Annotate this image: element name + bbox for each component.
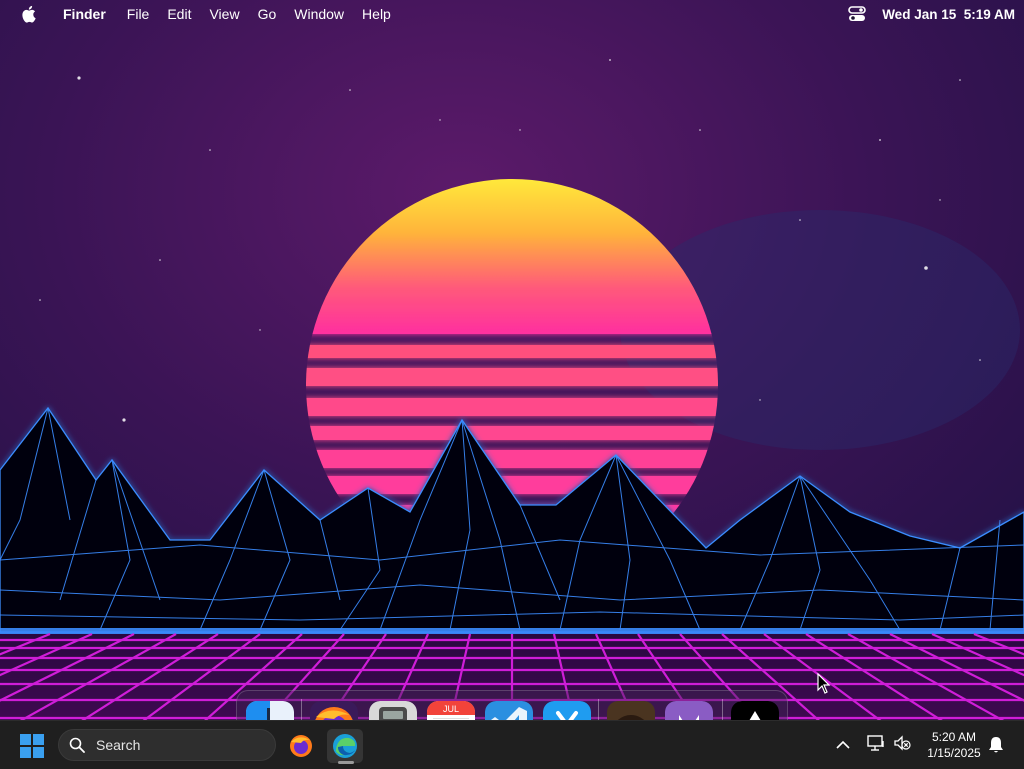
menu-go[interactable]: Go	[258, 6, 277, 22]
menu-edit[interactable]: Edit	[167, 6, 191, 22]
notification-bell-icon[interactable]	[988, 736, 1004, 759]
menubar-clock[interactable]: Wed Jan 15 5:19 AM	[882, 7, 1015, 22]
taskbar-time: 5:20 AM	[931, 730, 977, 744]
taskbar-firefox-icon[interactable]	[283, 729, 319, 763]
active-app-indicator	[338, 761, 354, 764]
menu-file[interactable]: File	[127, 6, 150, 22]
taskbar: 5:20 AM 1/15/2025	[0, 720, 1024, 769]
calendar-month-label: JUL	[443, 704, 459, 714]
menu-bar: Finder File Edit View Go Window Help Wed…	[0, 0, 1024, 28]
search-icon	[69, 737, 85, 753]
taskbar-clock[interactable]: 5:20 AM 1/15/2025	[916, 729, 992, 761]
taskbar-search[interactable]	[58, 729, 276, 761]
desktop-wallpaper	[0, 0, 1024, 768]
network-icon[interactable]	[867, 734, 885, 756]
menu-help[interactable]: Help	[362, 6, 391, 22]
show-hidden-icons-chevron-icon[interactable]	[836, 737, 850, 755]
volume-muted-icon[interactable]	[893, 734, 911, 756]
search-input[interactable]	[94, 736, 258, 754]
control-center-icon[interactable]	[848, 6, 866, 22]
windows-start-icon[interactable]	[20, 734, 44, 758]
menu-window[interactable]: Window	[294, 6, 344, 22]
taskbar-edge-icon[interactable]	[327, 729, 363, 764]
apple-menu-icon[interactable]	[21, 5, 37, 23]
menu-view[interactable]: View	[209, 6, 239, 22]
mouse-cursor-icon	[817, 672, 831, 700]
taskbar-date: 1/15/2025	[927, 746, 981, 760]
system-tray	[836, 721, 911, 769]
menu-app-name[interactable]: Finder	[63, 6, 106, 22]
